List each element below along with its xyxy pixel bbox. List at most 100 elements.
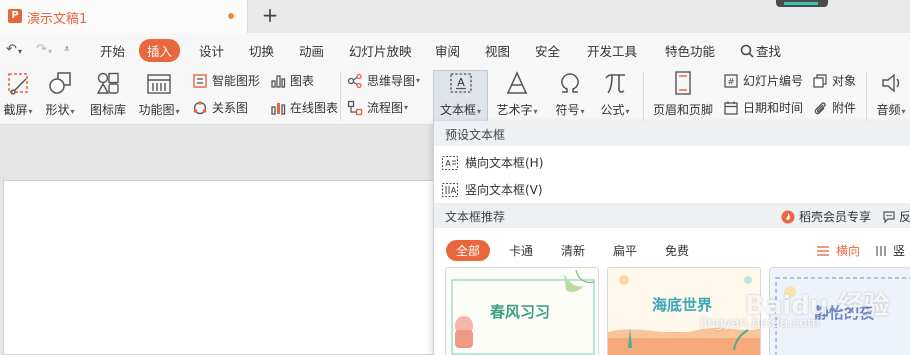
function-chart-label: 功能图 — [138, 103, 175, 117]
template-card[interactable]: 海底世界 — [607, 267, 761, 355]
vertical-textbox-icon: A — [441, 182, 459, 197]
pi-formula-icon — [605, 74, 625, 94]
slide-number-button[interactable]: # 幻灯片编号 — [723, 72, 803, 89]
audio-button[interactable]: 音频▾ — [872, 69, 910, 118]
relation-chart-label: 关系图 — [212, 101, 249, 115]
menu-design[interactable]: 设计 — [199, 41, 224, 60]
docer-member-label: 稻壳会员专享 — [798, 210, 871, 224]
textbox-recommend-header: 文本框推荐 稻壳会员专享 反 — [434, 203, 910, 228]
header-footer-button[interactable]: 页眉和页脚 — [650, 69, 716, 118]
redo-icon[interactable]: ↷ — [36, 42, 47, 57]
slide-canvas[interactable] — [3, 180, 443, 355]
omega-symbol-icon — [561, 73, 579, 93]
formula-label: 公式 — [600, 103, 625, 117]
menu-transition[interactable]: 切换 — [249, 41, 274, 60]
vertical-textbox-label: 竖向文本框(V) — [465, 183, 543, 197]
menu-bar: ↶ ▾ ↷ ▾ ⩡ 开始 插入 设计 切换 动画 幻灯片放映 审阅 视图 安全 … — [0, 33, 910, 65]
template-card[interactable]: 春风习习 — [445, 267, 599, 355]
vertical-textbox-item[interactable]: A 竖向文本框(V) — [441, 181, 543, 198]
shape-button[interactable]: 形状▾ — [42, 69, 78, 118]
card-title: 春风习习 — [490, 303, 551, 321]
baidu-watermark-url: jingyan.baidu.com — [700, 316, 820, 331]
header-footer-icon — [675, 71, 691, 95]
object-icon — [813, 73, 827, 88]
vertical-lines-icon — [876, 245, 886, 256]
wordart-label: 艺术字 — [496, 103, 533, 117]
search-button[interactable]: 查找 — [740, 41, 781, 60]
screenshot-label: 截屏 — [3, 103, 28, 117]
symbol-label: 符号 — [555, 103, 580, 117]
mindmap-button[interactable]: 思维导图 ▾ — [347, 72, 420, 89]
chart-button[interactable]: 图表 — [270, 72, 314, 89]
icon-library-icon — [96, 72, 119, 94]
feedback-button[interactable]: 反 — [882, 208, 910, 225]
ribbon-separator — [340, 71, 341, 121]
svg-text:A: A — [445, 159, 451, 168]
new-tab-button[interactable]: + — [260, 3, 280, 27]
screenshot-button[interactable]: 截屏▾ — [0, 69, 36, 118]
presentation-logo-icon: P — [8, 9, 22, 23]
svg-text:#: # — [727, 77, 735, 87]
relation-chart-button[interactable]: 关系图 — [192, 99, 248, 116]
icon-library-label: 图标库 — [89, 103, 126, 117]
search-icon — [740, 44, 754, 58]
document-tab[interactable]: P 演示文稿1 — [0, 0, 248, 33]
function-chart-button[interactable]: 功能图▾ — [136, 69, 182, 118]
speaker-icon — [882, 73, 900, 93]
undo-dropdown-icon[interactable]: ▾ — [18, 47, 22, 56]
filter-all[interactable]: 全部 — [446, 240, 491, 261]
header-footer-label: 页眉和页脚 — [652, 103, 713, 117]
textbox-recommend-label: 文本框推荐 — [445, 210, 506, 224]
card-title: 海底世界 — [652, 296, 713, 314]
wordart-icon — [507, 71, 527, 94]
symbol-button[interactable]: 符号▾ — [550, 69, 590, 118]
object-button[interactable]: 对象 — [812, 72, 856, 89]
screenshot-icon — [8, 73, 28, 95]
menu-slideshow[interactable]: 幻灯片放映 — [349, 41, 412, 60]
menu-features[interactable]: 特色功能 — [665, 41, 715, 60]
datetime-button[interactable]: 日期和时间 — [723, 99, 803, 116]
docer-member-badge[interactable]: 稻壳会员专享 — [781, 208, 871, 225]
menu-review[interactable]: 审阅 — [435, 41, 460, 60]
sync-status-icon[interactable] — [776, 0, 828, 7]
orientation-vertical[interactable]: 竖 — [875, 242, 905, 259]
slide-number-label: 幻灯片编号 — [743, 74, 804, 88]
svg-text:A: A — [457, 76, 465, 89]
filter-flat[interactable]: 扁平 — [613, 242, 637, 259]
chat-bubble-icon — [883, 210, 895, 223]
filter-free[interactable]: 免费 — [665, 242, 689, 259]
filter-fresh[interactable]: 清新 — [561, 242, 585, 259]
horizontal-textbox-icon: A — [441, 155, 459, 170]
menu-animation[interactable]: 动画 — [299, 41, 324, 60]
menu-security[interactable]: 安全 — [535, 41, 560, 60]
relation-chart-icon — [193, 100, 207, 114]
orientation-horizontal-label: 横向 — [836, 244, 861, 258]
undo-icon[interactable]: ↶ — [6, 42, 17, 57]
filter-cartoon[interactable]: 卡通 — [509, 242, 533, 259]
menu-developer[interactable]: 开发工具 — [587, 41, 637, 60]
customize-toolbar-icon[interactable]: ⩡ — [64, 44, 70, 55]
search-label: 查找 — [756, 44, 782, 59]
flame-icon — [781, 210, 795, 223]
redo-dropdown-icon[interactable]: ▾ — [48, 47, 52, 56]
orientation-horizontal[interactable]: 横向 — [816, 242, 860, 259]
icon-library-button[interactable]: 图标库 — [88, 69, 128, 118]
menu-home[interactable]: 开始 — [100, 41, 125, 60]
attachment-button[interactable]: 附件 — [812, 99, 856, 116]
menu-view[interactable]: 视图 — [485, 41, 510, 60]
online-chart-icon — [271, 102, 286, 115]
insert-ribbon: 截屏▾ 形状▾ 图标库 功能图▾ 智能图形 图表 关系图 在线图表 思维导图 ▾ … — [0, 65, 910, 125]
flowchart-button[interactable]: 流程图 ▾ — [347, 99, 408, 116]
horizontal-textbox-label: 横向文本框(H) — [465, 156, 544, 170]
textbox-button-content[interactable]: A 文本框▾ — [433, 69, 488, 118]
horizontal-textbox-item[interactable]: A 横向文本框(H) — [441, 154, 543, 171]
formula-button[interactable]: 公式▾ — [595, 69, 635, 118]
document-title: 演示文稿1 — [27, 12, 88, 27]
online-chart-button[interactable]: 在线图表 — [270, 99, 338, 116]
menu-insert[interactable]: 插入 — [139, 39, 181, 62]
smart-shape-button[interactable]: 智能图形 — [192, 72, 260, 89]
feedback-label: 反 — [898, 210, 910, 224]
wordart-button[interactable]: 艺术字▾ — [493, 69, 541, 118]
datetime-label: 日期和时间 — [743, 101, 804, 115]
calendar-icon — [724, 101, 738, 115]
